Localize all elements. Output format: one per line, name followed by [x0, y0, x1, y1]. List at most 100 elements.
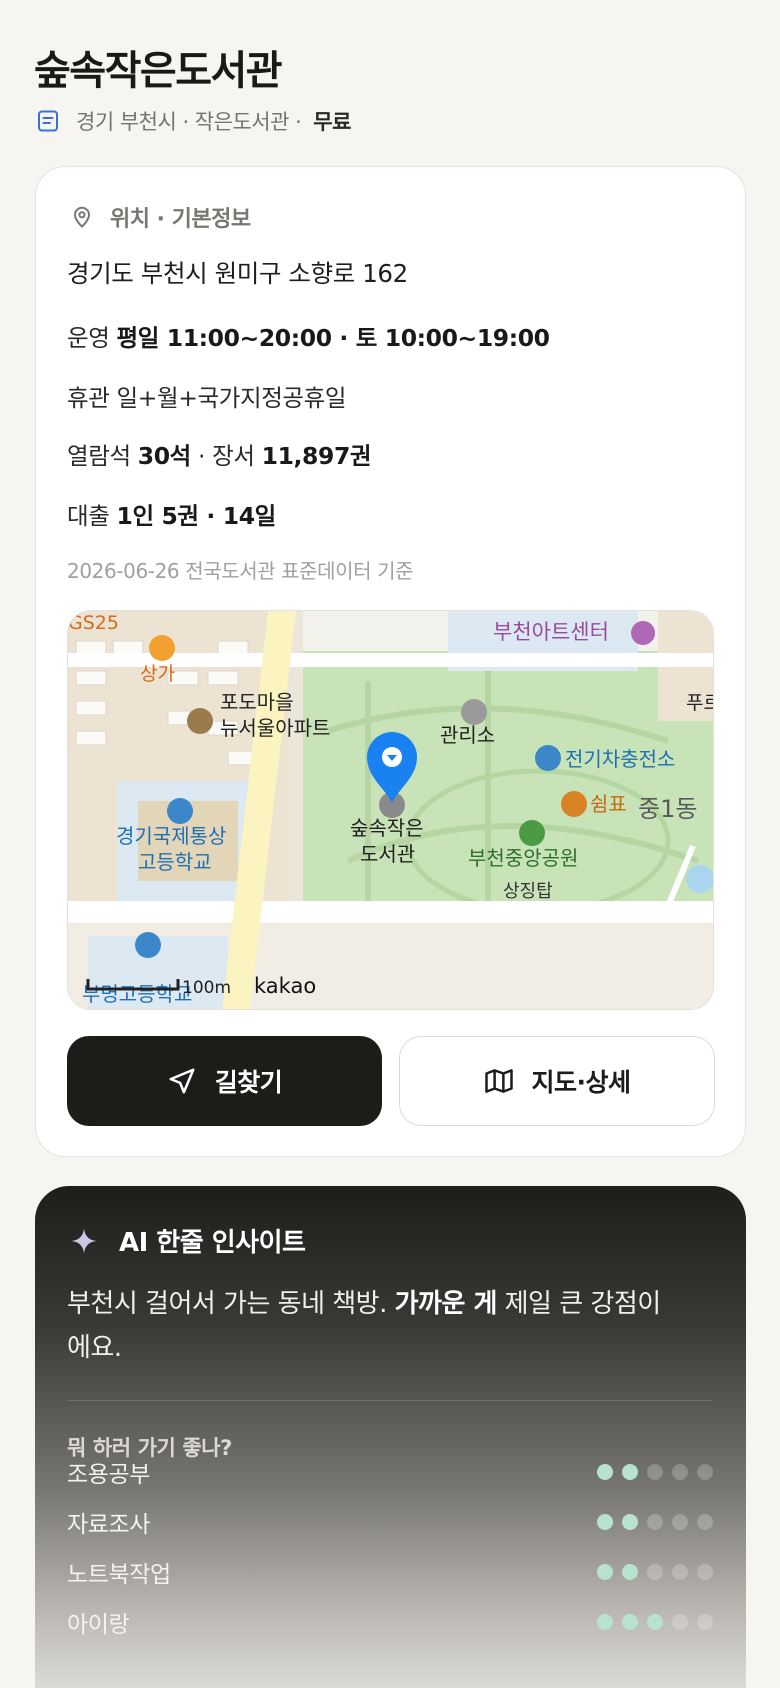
shop-icon: [149, 635, 175, 661]
map-label-tower: 상징탑: [503, 881, 553, 902]
rating-dot-empty: [672, 1514, 688, 1530]
map-view[interactable]: GS25 상가 부천아트센터 포도마을 뉴서울아파트 관리소 전기차충전소 쉼표…: [67, 610, 714, 1010]
school-2-icon: [135, 932, 161, 958]
rating-label: 조용공부: [67, 1462, 151, 1488]
library-meta: 경기 부천시 · 작은도서관 · 무료: [36, 106, 351, 136]
fee-badge: 무료: [313, 110, 351, 134]
road-horizontal: [68, 901, 713, 923]
rating-dot-filled: [622, 1464, 638, 1480]
ai-text-pre: 부천시 걸어서 가는 동네 책방.: [67, 1289, 395, 1319]
rating-dot-filled: [647, 1614, 663, 1630]
rating-dots: [597, 1464, 713, 1480]
seats-and-books: 열람석 30석 · 장서 11,897권: [67, 437, 372, 471]
info-section-header: 위치 · 기본정보: [70, 201, 251, 233]
map-label-shop: 상가: [140, 663, 175, 685]
rating-label: 자료조사: [67, 1512, 151, 1538]
rating-row: 조용공부: [67, 1454, 713, 1490]
rating-dot-empty: [672, 1614, 688, 1630]
location-pin-icon: [73, 206, 91, 228]
rating-label: 노트북작업: [67, 1562, 171, 1588]
hours-value: 평일 11:00~20:00 · 토 10:00~19:00: [116, 324, 551, 352]
art-center-icon: [631, 621, 655, 645]
seats-value: 30석: [137, 442, 192, 470]
directions-button[interactable]: 길찾기: [67, 1036, 382, 1126]
navigation-arrow-icon: [169, 1068, 195, 1094]
rating-row: 노트북작업: [67, 1554, 713, 1590]
books-value: 11,897권: [261, 442, 372, 470]
rating-dot-empty: [697, 1564, 713, 1580]
map-label-school-1a: 경기국제통상: [116, 824, 226, 848]
map-label-lib-1: 숲속작은: [350, 816, 424, 840]
ai-text-bold: 가까운 게: [394, 1289, 498, 1319]
document-icon: [38, 110, 58, 132]
rating-dot-empty: [647, 1514, 663, 1530]
rating-dot-filled: [622, 1614, 638, 1630]
closed-label: 휴관: [67, 384, 110, 412]
loan-label: 대출: [67, 502, 110, 530]
divider: [67, 1400, 713, 1401]
cafe-icon: [561, 791, 587, 817]
map-label-ev: 전기차충전소: [565, 747, 675, 771]
map-icon: [484, 1069, 513, 1093]
map-detail-button[interactable]: 지도·상세: [399, 1036, 715, 1126]
info-section-title: 위치 · 기본정보: [110, 207, 251, 232]
map-label-gs25: GS25: [68, 612, 119, 634]
ai-insight-text: 부천시 걸어서 가는 동네 책방. 가까운 게 제일 큰 강점이에요.: [67, 1282, 667, 1370]
map-label-school-2: 부명고등학교: [82, 982, 192, 1006]
rating-dots: [597, 1614, 713, 1630]
rating-dot-empty: [697, 1614, 713, 1630]
sparkle-icon: [71, 1228, 97, 1253]
map-canvas[interactable]: GS25 상가 부천아트센터 포도마을 뉴서울아파트 관리소 전기차충전소 쉼표…: [68, 611, 714, 1010]
map-label-edge: 푸르: [686, 692, 714, 714]
page-title: 숲속작은도서관: [34, 48, 283, 94]
directions-label: 길찾기: [214, 1068, 283, 1097]
address: 경기도 부천시 원미구 소향로 162: [67, 259, 408, 288]
map-label-office: 관리소: [440, 723, 495, 747]
map-brand: kakao: [254, 974, 316, 998]
loan-policy: 대출 1인 5권 · 14일: [67, 497, 276, 531]
rating-dot-filled: [597, 1464, 613, 1480]
info-card: 위치 · 기본정보 경기도 부천시 원미구 소향로 162 운영 평일 11:0…: [35, 166, 746, 1157]
school-icon: [167, 798, 193, 824]
hours-label: 운영: [67, 324, 110, 352]
ev-charger-icon: [535, 745, 561, 771]
park-icon: [519, 820, 545, 846]
closed-value: 일+월+국가지정공휴일: [116, 384, 347, 412]
map-label-dong: 중1동: [638, 795, 697, 823]
ai-insight-title: AI 한줄 인사이트: [119, 1228, 306, 1258]
rating-dot-empty: [697, 1514, 713, 1530]
map-label-cafe: 쉼표: [590, 792, 627, 816]
map-label-art-center: 부천아트센터: [493, 620, 609, 644]
rating-row: 아이랑: [67, 1604, 713, 1640]
library-region-type: 경기 부천시 · 작은도서관 ·: [76, 110, 302, 134]
rating-row: 자료조사: [67, 1504, 713, 1540]
rating-dot-filled: [597, 1514, 613, 1530]
rating-dot-empty: [647, 1564, 663, 1580]
rating-dot-empty: [672, 1464, 688, 1480]
rating-dot-empty: [672, 1564, 688, 1580]
map-label-apt-2: 뉴서울아파트: [220, 716, 330, 740]
map-detail-label: 지도·상세: [531, 1068, 632, 1097]
ai-insight-card: AI 한줄 인사이트 부천시 걸어서 가는 동네 책방. 가까운 게 제일 큰 …: [35, 1186, 746, 1688]
closed-days: 휴관 일+월+국가지정공휴일: [67, 379, 346, 413]
seats-label: 열람석: [67, 442, 131, 470]
books-label: · 장서: [197, 442, 255, 470]
opening-hours: 운영 평일 11:00~20:00 · 토 10:00~19:00: [67, 319, 550, 353]
map-label-park: 부천중앙공원: [468, 846, 578, 870]
map-label-apt-1: 포도마을: [220, 690, 294, 714]
office-icon: [461, 699, 487, 725]
rating-dot-filled: [597, 1564, 613, 1580]
rating-dot-empty: [647, 1464, 663, 1480]
apartment-icon: [187, 708, 213, 734]
map-label-lib-2: 도서관: [360, 842, 415, 866]
rating-dot-empty: [697, 1464, 713, 1480]
data-source-note: 2026-06-26 전국도서관 표준데이터 기준: [67, 559, 414, 583]
rating-dot-filled: [597, 1614, 613, 1630]
map-label-school-1b: 고등학교: [138, 850, 212, 874]
loan-value: 1인 5권 · 14일: [116, 502, 277, 530]
rating-dots: [597, 1514, 713, 1530]
rating-dots: [597, 1564, 713, 1580]
rating-dot-filled: [622, 1514, 638, 1530]
ai-insight-header: AI 한줄 인사이트: [69, 1222, 306, 1259]
rating-dot-filled: [622, 1564, 638, 1580]
